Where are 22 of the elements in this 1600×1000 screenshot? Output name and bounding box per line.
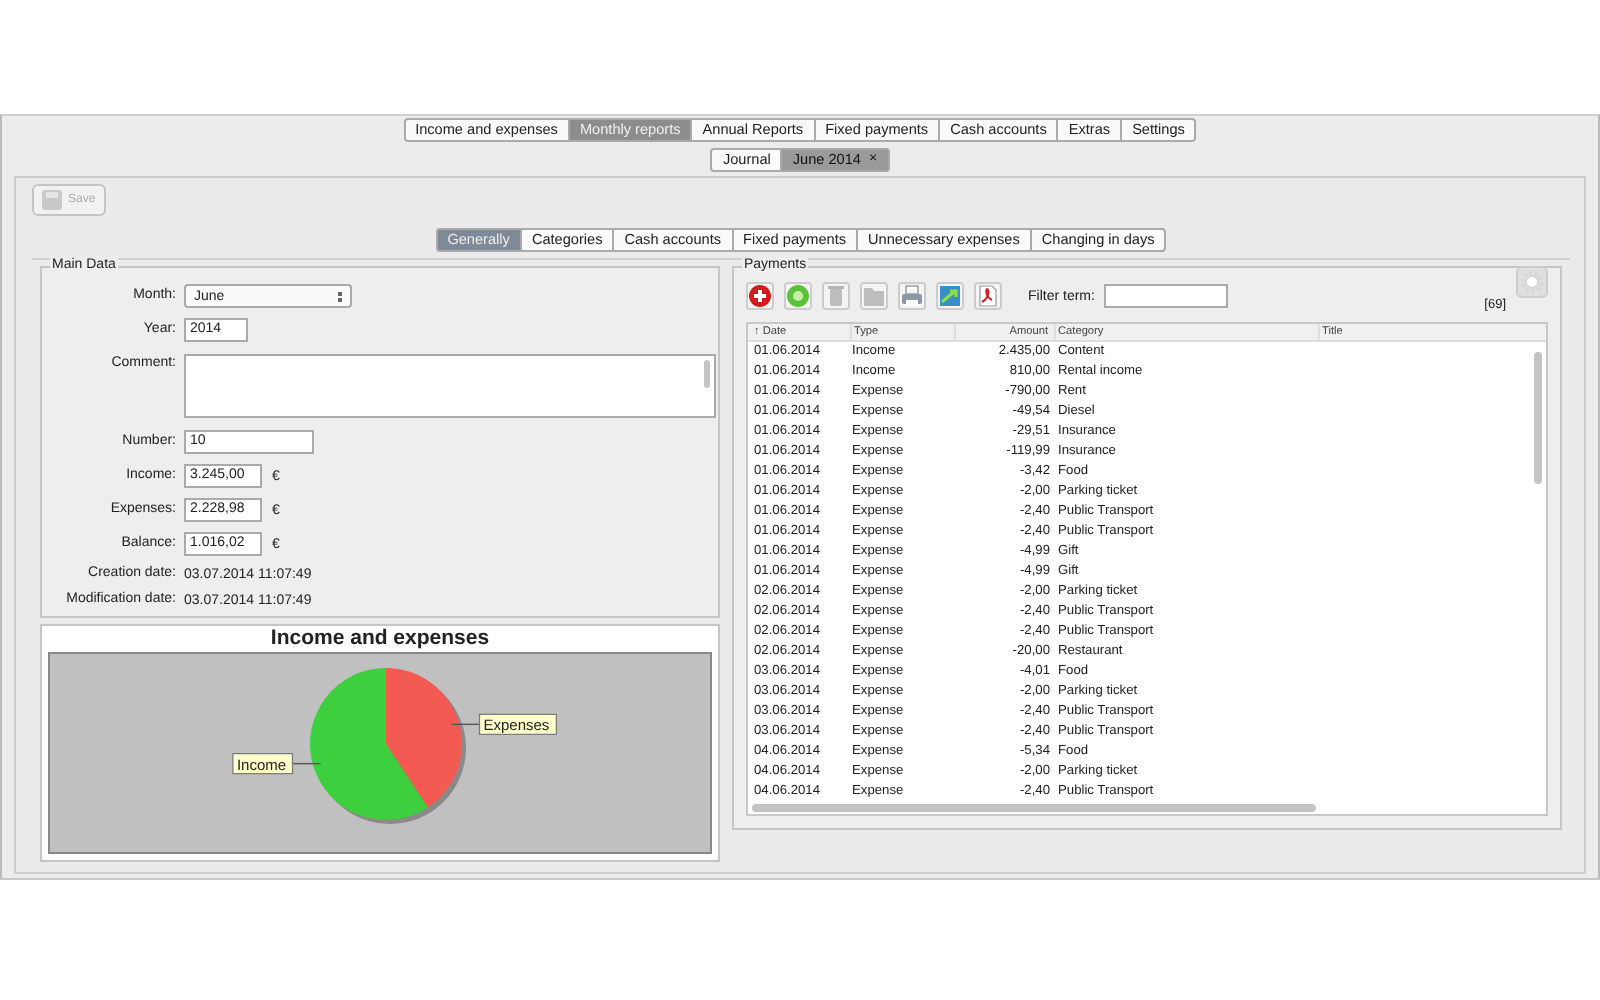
- printer-icon: [900, 284, 924, 308]
- add-icon: [748, 284, 772, 308]
- scrollbar-thumb[interactable]: [1534, 352, 1542, 484]
- circle-icon: [786, 284, 810, 308]
- export-icon: [938, 284, 962, 308]
- add-button[interactable]: [746, 282, 774, 310]
- settings-icon: [1520, 270, 1544, 294]
- scrollbar-thumb[interactable]: [752, 804, 1316, 812]
- leader-line: [450, 723, 481, 726]
- leader-line: [291, 762, 322, 765]
- filter-field[interactable]: [1104, 284, 1229, 308]
- trash-icon: [824, 284, 848, 308]
- printer-button[interactable]: [898, 282, 926, 310]
- comment-field[interactable]: [184, 354, 716, 418]
- pdf-icon: [976, 284, 1000, 308]
- pdf-button[interactable]: [974, 282, 1002, 310]
- floppy-icon: [42, 190, 62, 210]
- circle-button[interactable]: [784, 282, 812, 310]
- export-button[interactable]: [936, 282, 964, 310]
- chart-title: Income and expenses: [268, 626, 492, 652]
- scrollbar-thumb[interactable]: [704, 360, 710, 388]
- folder-icon: [862, 284, 886, 308]
